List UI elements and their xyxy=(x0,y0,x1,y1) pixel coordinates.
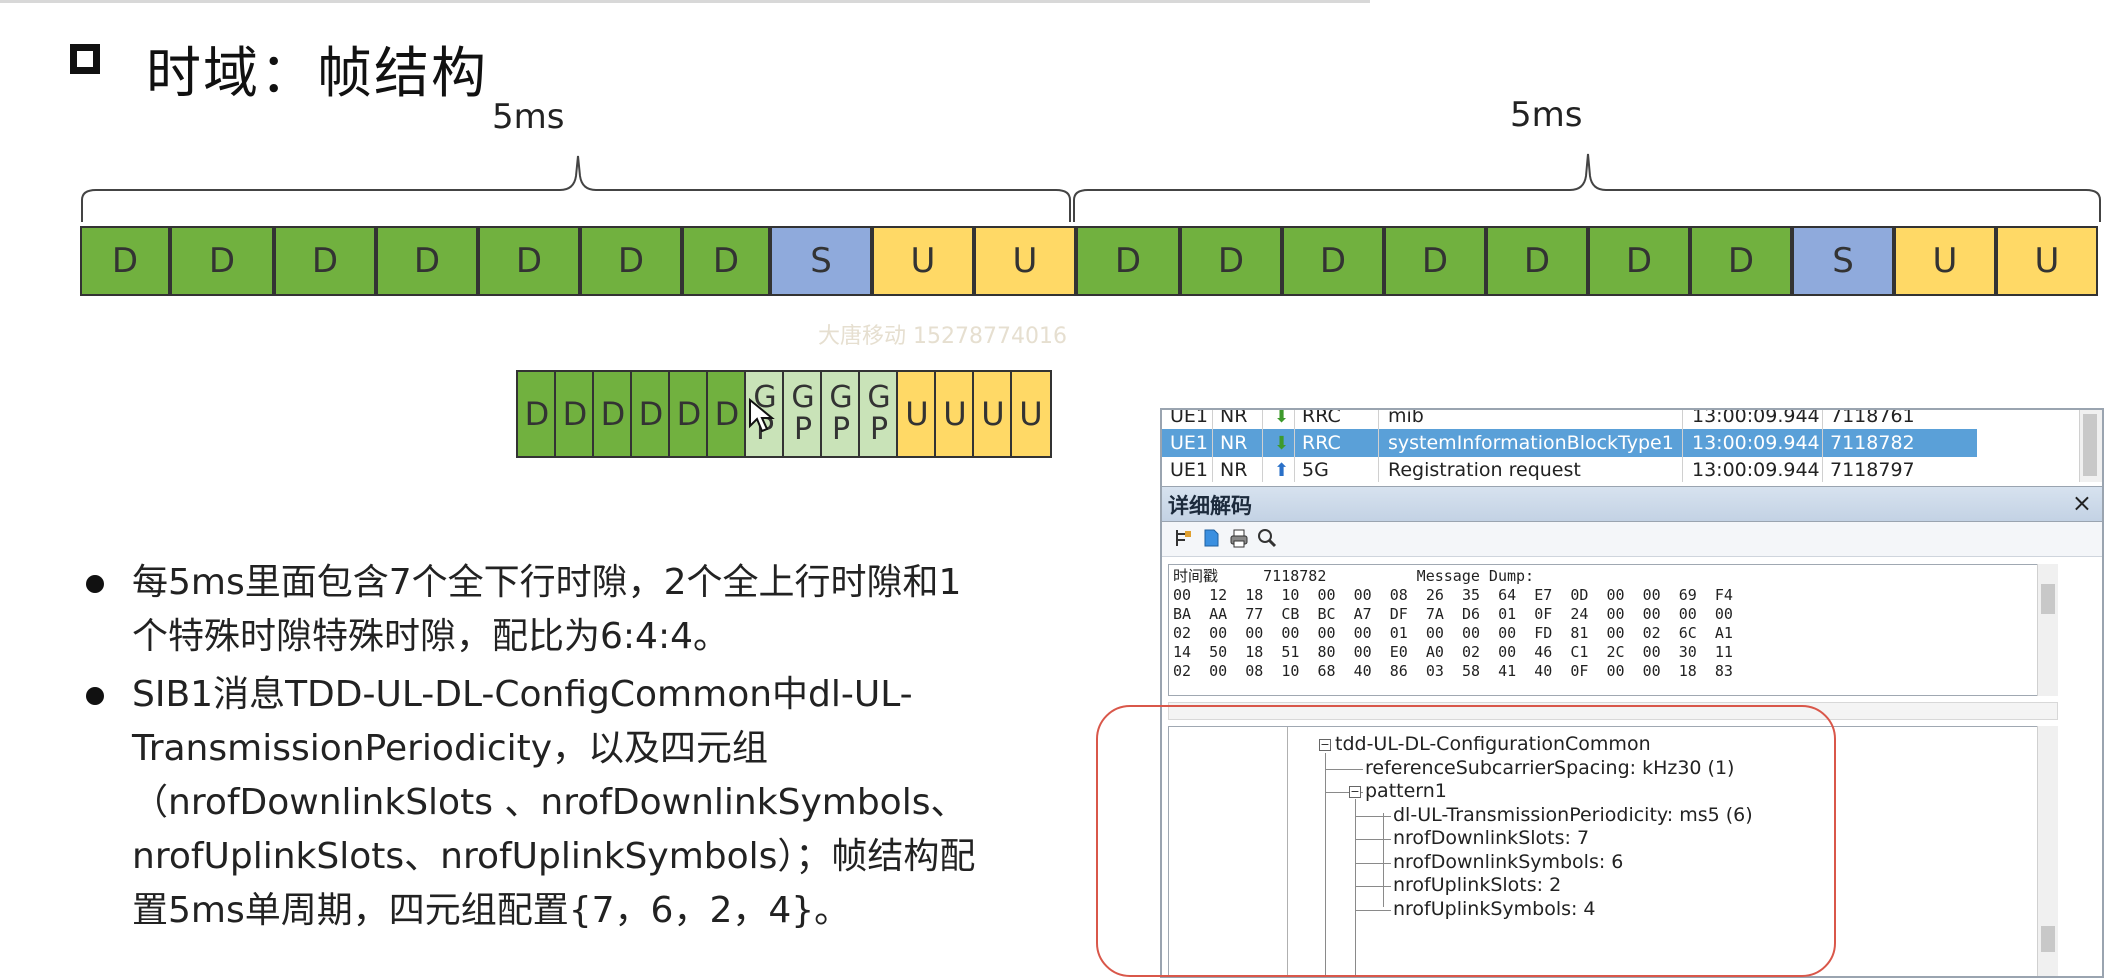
bullet-text: SIB1消息TDD-UL-DL-ConfigCommon中dl-UL-Trans… xyxy=(132,674,976,931)
frame-slot: D xyxy=(682,226,770,296)
bullet-list: 每5ms里面包含7个全下行时隙，2个全上行时隙和1个特殊时隙特殊时隙，配比为6:… xyxy=(82,556,982,942)
special-slot-symbol: D xyxy=(592,370,634,458)
symbol-letter: G xyxy=(867,380,891,415)
tree-view-icon[interactable] xyxy=(1172,527,1194,549)
special-slot-symbol: D xyxy=(630,370,672,458)
message-row[interactable]: UE1 NR RRC mib 13:00:09.944 7118761 ⬇ xyxy=(1162,408,1977,430)
frame-slot: D xyxy=(80,226,170,296)
frame-slot: U xyxy=(872,226,974,296)
special-slot-symbol: GP xyxy=(858,370,900,458)
bullet-dot-icon xyxy=(86,575,104,593)
message-cell-time: 13:00:09.944 xyxy=(1692,432,1820,454)
document-icon[interactable] xyxy=(1200,527,1222,549)
message-column-divider xyxy=(1822,410,1823,482)
symbol-letter: G xyxy=(791,380,815,415)
message-cell-layer: RRC xyxy=(1302,432,1341,454)
message-cell-name: Registration request xyxy=(1388,459,1581,481)
message-column-divider xyxy=(1212,410,1213,482)
frame-slot: D xyxy=(1180,226,1282,296)
message-cell-rat: NR xyxy=(1220,408,1248,427)
special-slot-symbol: GP xyxy=(820,370,862,458)
bullet-item: 每5ms里面包含7个全下行时隙，2个全上行时隙和1个特殊时隙特殊时隙，配比为6:… xyxy=(82,556,982,664)
frame-slot: D xyxy=(1588,226,1690,296)
frame-slot: D xyxy=(1384,226,1486,296)
message-cell-name: systemInformationBlockType1 xyxy=(1388,432,1674,454)
period-label-second: 5ms xyxy=(1510,95,1583,135)
special-slot-symbol: U xyxy=(934,370,976,458)
message-cell-rat: NR xyxy=(1220,459,1248,481)
frame-slot: D xyxy=(580,226,682,296)
special-slot-symbol: D xyxy=(668,370,710,458)
hex-dump: 时间戳 7118782 Message Dump: 00 12 18 10 00… xyxy=(1168,564,2058,696)
bullet-text: 每5ms里面包含7个全下行时隙，2个全上行时隙和1个特殊时隙特殊时隙，配比为6:… xyxy=(132,562,962,657)
special-slot-symbol: U xyxy=(972,370,1014,458)
symbol-letter: P xyxy=(831,412,851,447)
message-cell-ue: UE1 xyxy=(1170,459,1208,481)
message-cell-layer: 5G xyxy=(1302,459,1329,481)
message-cell-ue: UE1 xyxy=(1170,408,1208,427)
frame-slot: D xyxy=(274,226,376,296)
special-slot-symbol: D xyxy=(554,370,596,458)
special-slot-symbol: D xyxy=(706,370,748,458)
detail-decode-titlebar: 详细解码 × xyxy=(1162,486,2102,522)
decode-toolbar xyxy=(1162,522,2102,557)
downlink-arrow-icon: ⬇ xyxy=(1274,408,1290,427)
message-column-divider xyxy=(1378,410,1379,482)
period-braces xyxy=(81,153,2101,222)
left-period-brace xyxy=(81,155,1071,222)
close-icon[interactable]: × xyxy=(2072,489,2092,517)
mouse-cursor-icon xyxy=(749,398,775,433)
message-column-divider xyxy=(1682,410,1683,482)
message-row[interactable]: UE1 NR RRC systemInformationBlockType1 13:00… xyxy=(1162,429,1977,457)
special-slot-symbol: GP xyxy=(782,370,824,458)
bullet-item: SIB1消息TDD-UL-DL-ConfigCommon中dl-UL-Trans… xyxy=(82,668,982,938)
message-list-scrollbar[interactable] xyxy=(2079,410,2102,482)
frame-slot: U xyxy=(1996,226,2098,296)
message-cell-id: 7118797 xyxy=(1830,459,1915,481)
uplink-arrow-icon: ⬆ xyxy=(1274,459,1290,481)
special-slot-symbol: U xyxy=(1010,370,1052,458)
frame-slot: S xyxy=(1792,226,1894,296)
message-cell-ue: UE1 xyxy=(1170,432,1208,454)
detail-decode-title: 详细解码 xyxy=(1168,494,1252,518)
message-cell-id: 7118761 xyxy=(1830,408,1915,427)
watermark: 大唐移动 15278774016 xyxy=(818,324,1067,349)
frame-slot: D xyxy=(1690,226,1792,296)
period-label-first: 5ms xyxy=(492,97,565,137)
message-cell-layer: RRC xyxy=(1302,408,1341,427)
message-cell-time: 13:00:09.944 xyxy=(1692,408,1820,427)
frame-slot: D xyxy=(1076,226,1180,296)
symbol-letter: P xyxy=(869,412,889,447)
frame-slot: D xyxy=(478,226,580,296)
frame-slot: D xyxy=(1486,226,1588,296)
symbol-letter: G xyxy=(829,380,853,415)
frame-slot: S xyxy=(770,226,872,296)
frame-slot: D xyxy=(376,226,478,296)
message-cell-name: mib xyxy=(1388,408,1424,427)
frame-slot: D xyxy=(1282,226,1384,296)
decode-tree-scrollbar[interactable] xyxy=(2037,726,2058,976)
bullet-dot-icon xyxy=(86,687,104,705)
message-column-divider xyxy=(1294,410,1295,482)
frame-slot: D xyxy=(170,226,274,296)
special-slot-symbol: D xyxy=(516,370,558,458)
symbol-letter: P xyxy=(793,412,813,447)
message-list[interactable]: UE1 NR RRC mib 13:00:09.944 7118761 ⬇ UE1 NR RRC s… xyxy=(1162,410,2082,482)
frame-slot: U xyxy=(974,226,1076,296)
frame-slot: U xyxy=(1894,226,1996,296)
search-icon[interactable] xyxy=(1256,527,1278,549)
hex-dump-scrollbar[interactable] xyxy=(2037,564,2058,696)
message-cell-rat: NR xyxy=(1220,432,1248,454)
message-cell-id: 7118782 xyxy=(1830,432,1915,454)
message-cell-time: 13:00:09.944 xyxy=(1692,459,1820,481)
right-period-brace xyxy=(1073,153,2101,222)
message-column-divider xyxy=(1262,410,1263,482)
special-slot-symbol: U xyxy=(896,370,938,458)
downlink-arrow-icon: ⬇ xyxy=(1274,432,1290,454)
message-row[interactable]: UE1 NR 5G Registration request 13:00:09.944 7… xyxy=(1162,456,1977,484)
print-icon[interactable] xyxy=(1228,527,1250,549)
highlight-ring xyxy=(1096,705,1836,977)
